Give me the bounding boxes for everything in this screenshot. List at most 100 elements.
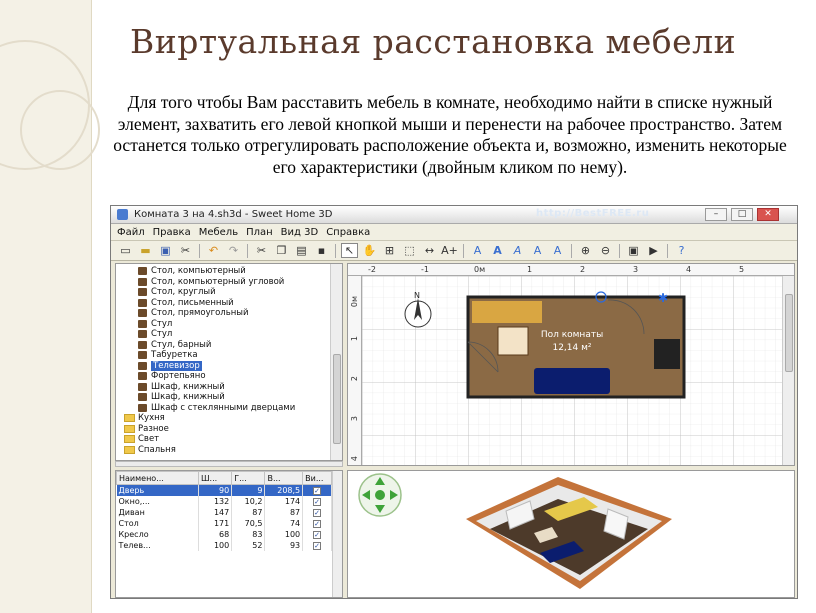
ruler-tick-label: 4: [350, 456, 359, 462]
visible-checkbox[interactable]: ✓: [313, 497, 322, 506]
close-button[interactable]: ✕: [757, 208, 779, 221]
catalog-item[interactable]: Телевизор: [138, 360, 342, 371]
catalog-item[interactable]: Шкаф, книжный: [138, 392, 342, 403]
scrollbar-thumb[interactable]: [785, 294, 793, 372]
create-walls-icon[interactable]: ⊞: [381, 243, 398, 258]
catalog-item[interactable]: Фортепьяно: [138, 371, 342, 382]
column-header-name[interactable]: Наимено...: [116, 471, 199, 485]
paste-icon[interactable]: ▤: [293, 243, 310, 258]
create-rooms-icon[interactable]: ⬚: [401, 243, 418, 258]
catalog-item[interactable]: Стол, прямоугольный: [138, 308, 342, 319]
cell-visible: ✓: [302, 484, 332, 496]
3d-canvas[interactable]: [348, 471, 795, 598]
menu-edit[interactable]: Правка: [153, 227, 191, 238]
table-row[interactable]: Стол 171 70,5 74 ✓: [116, 517, 332, 529]
column-header-visible[interactable]: Ви...: [302, 471, 332, 485]
cut-icon[interactable]: ✂: [177, 243, 194, 258]
delete-icon[interactable]: ▪: [313, 243, 330, 258]
catalog-item[interactable]: Стул: [138, 329, 342, 340]
table-scrollbar[interactable]: [332, 471, 342, 597]
catalog-item[interactable]: Стол, круглый: [138, 287, 342, 298]
undo-icon[interactable]: ↶: [205, 243, 222, 258]
toolbar-separator: [335, 243, 336, 258]
catalog-item[interactable]: Стол, письменный: [138, 298, 342, 309]
cell-name: Дверь: [116, 484, 199, 496]
catalog-category[interactable]: Спальня: [124, 445, 342, 456]
window-titlebar[interactable]: Комната 3 на 4.sh3d - Sweet Home 3D http…: [111, 206, 797, 224]
help-icon[interactable]: ?: [673, 243, 690, 258]
catalog-category[interactable]: Кухня: [124, 413, 342, 424]
menu-view3d[interactable]: Вид 3D: [281, 227, 319, 238]
splitter-bar[interactable]: [115, 461, 343, 467]
resize-indicator-icon[interactable]: ✱: [658, 291, 668, 305]
table-row[interactable]: Кресло 68 83 100 ✓: [116, 528, 332, 540]
cut-icon[interactable]: ✂: [253, 243, 270, 258]
menu-plan[interactable]: План: [246, 227, 273, 238]
catalog-item-label: Табуретка: [151, 350, 198, 360]
zoom-in-icon[interactable]: ⊕: [577, 243, 594, 258]
furniture-item-icon: [138, 319, 147, 328]
new-file-icon[interactable]: ▭: [117, 243, 134, 258]
column-header-depth[interactable]: Г...: [231, 471, 266, 485]
table-row[interactable]: Телев... 100 52 93 ✓: [116, 539, 332, 551]
catalog-item[interactable]: Шкаф с стеклянными дверцами: [138, 403, 342, 414]
column-header-width[interactable]: Ш...: [197, 471, 233, 485]
cell-h: 100: [264, 528, 304, 540]
visible-checkbox[interactable]: ✓: [313, 530, 322, 539]
catalog-category[interactable]: Свет: [124, 434, 342, 445]
navigation-center-icon[interactable]: [375, 490, 385, 500]
open-icon[interactable]: ▬: [137, 243, 154, 258]
plan-view[interactable]: ✱ -2 -1 0м 1 2 3 4 5 0м 1 2 3 4 Пол комнаты 12,14 м…: [347, 263, 795, 466]
minimize-button[interactable]: –: [705, 208, 727, 221]
pan-hand-icon[interactable]: ✋: [361, 243, 378, 258]
menu-furniture[interactable]: Мебель: [199, 227, 238, 238]
text-italic-icon[interactable]: A: [509, 243, 526, 258]
redo-icon[interactable]: ↷: [225, 243, 242, 258]
zoom-out-icon[interactable]: ⊖: [597, 243, 614, 258]
maximize-button[interactable]: □: [731, 208, 753, 221]
catalog-item[interactable]: Стол, компьютерный: [138, 266, 342, 277]
table-row[interactable]: Окно,... 132 10,2 174 ✓: [116, 495, 332, 507]
copy-icon[interactable]: ❐: [273, 243, 290, 258]
table-row[interactable]: Диван 147 87 87 ✓: [116, 506, 332, 518]
desk-furniture[interactable]: [472, 301, 542, 323]
visible-checkbox[interactable]: ✓: [313, 519, 322, 528]
catalog-item[interactable]: Табуретка: [138, 350, 342, 361]
ruler-tick-label: 1: [527, 265, 533, 274]
column-header-height[interactable]: В...: [264, 471, 304, 485]
text-shrink-icon[interactable]: A: [549, 243, 566, 258]
cell-d: 87: [231, 506, 266, 518]
cell-w: 68: [198, 528, 233, 540]
select-arrow-icon[interactable]: ↖: [341, 243, 358, 258]
text-style-icon[interactable]: A: [469, 243, 486, 258]
table-row[interactable]: Дверь 90 9 208,5 ✓: [116, 484, 332, 496]
scrollbar-thumb[interactable]: [333, 354, 341, 444]
create-dimensions-icon[interactable]: ↔: [421, 243, 438, 258]
visible-checkbox[interactable]: ✓: [313, 508, 322, 517]
visible-checkbox[interactable]: ✓: [313, 541, 322, 550]
catalog-item[interactable]: Стул, барный: [138, 340, 342, 351]
furniture-item-icon: [138, 351, 147, 360]
catalog-item-label: Шкаф, книжный: [151, 392, 225, 402]
catalog-item[interactable]: Стул: [138, 319, 342, 330]
3d-view[interactable]: [347, 470, 795, 598]
cell-name: Стол: [116, 517, 199, 529]
text-enlarge-icon[interactable]: A: [529, 243, 546, 258]
add-text-icon[interactable]: A+: [441, 243, 458, 258]
visible-checkbox[interactable]: ✓: [313, 486, 322, 495]
tv-furniture[interactable]: [654, 339, 680, 369]
furniture-item-icon: [138, 382, 147, 391]
save-icon[interactable]: ▣: [157, 243, 174, 258]
menu-help[interactable]: Справка: [326, 227, 370, 238]
video-icon[interactable]: ▶: [645, 243, 662, 258]
menu-file[interactable]: Файл: [117, 227, 145, 238]
catalog-item[interactable]: Шкаф, книжный: [138, 382, 342, 393]
sofa-furniture[interactable]: [534, 368, 610, 394]
plan-scrollbar[interactable]: [782, 276, 794, 465]
catalog-item[interactable]: Стол, компьютерный угловой: [138, 277, 342, 288]
catalog-scrollbar[interactable]: [330, 264, 342, 460]
cell-d: 83: [231, 528, 266, 540]
catalog-category[interactable]: Разное: [124, 424, 342, 435]
text-bold-icon[interactable]: A: [489, 243, 506, 258]
photo-icon[interactable]: ▣: [625, 243, 642, 258]
